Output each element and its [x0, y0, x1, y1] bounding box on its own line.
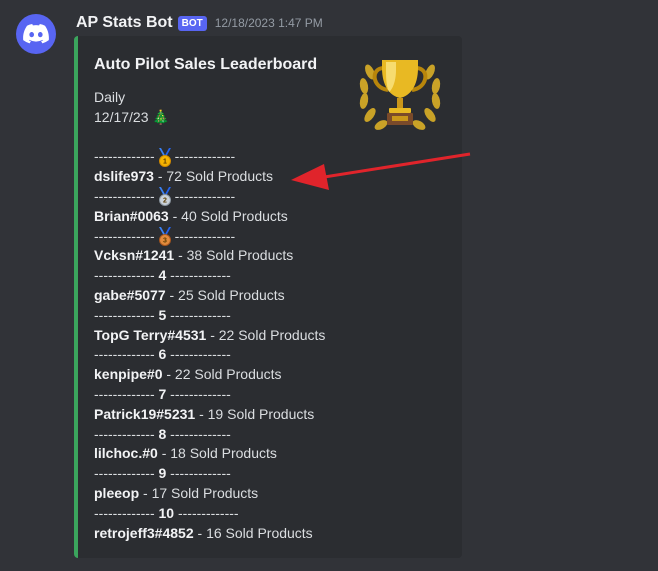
svg-text:1: 1	[163, 158, 167, 165]
trophy-icon	[359, 60, 441, 130]
christmas-tree-icon: 🎄	[152, 108, 170, 125]
separator-dashes: -------------	[166, 306, 231, 323]
separator-dashes: -------------	[174, 504, 239, 521]
rank-number: 8	[158, 425, 167, 442]
entry-sales-count: - 16 Sold Products	[193, 524, 313, 541]
rank-separator: ------------- 7 -------------	[94, 385, 325, 405]
separator-dashes: -------------	[94, 425, 159, 442]
leaderboard-entry: retrojeff3#4852 - 16 Sold Products	[94, 524, 325, 544]
period-label: Daily	[94, 89, 126, 105]
entry-username: Vcksn#1241	[94, 247, 175, 264]
separator-dashes: -------------	[174, 227, 236, 244]
separator-dashes: -------------	[94, 267, 159, 284]
rank-number: 10	[158, 504, 175, 521]
separator-dashes: -------------	[94, 385, 159, 402]
rank-separator: ------------- 4 -------------	[94, 266, 325, 286]
separator-dashes: -------------	[166, 465, 231, 482]
rank-number: 9	[158, 465, 167, 482]
separator-dashes: -------------	[94, 148, 155, 165]
separator-dashes: -------------	[94, 346, 159, 363]
rank-number: 4	[158, 267, 167, 284]
embed-description: Daily 12/17/23 🎄 ------------- 1 ---------…	[94, 88, 325, 543]
entry-sales-count: - 72 Sold Products	[153, 168, 273, 185]
rank-number: 7	[158, 385, 167, 402]
rank-separator: ------------- 8 -------------	[94, 425, 325, 445]
separator-dashes: -------------	[174, 148, 236, 165]
message-timestamp[interactable]: 12/18/2023 1:47 PM	[215, 16, 323, 30]
rank-separator: ------------- 1 -------------	[94, 147, 325, 167]
bot-avatar[interactable]	[16, 14, 56, 54]
leaderboard-entry: Vcksn#1241 - 38 Sold Products	[94, 246, 325, 266]
entry-username: kenpipe#0	[94, 366, 163, 383]
date-label: 12/17/23	[94, 108, 149, 125]
rank-separator: ------------- 5 -------------	[94, 306, 325, 326]
rank-separator: ------------- 9 -------------	[94, 464, 325, 484]
bot-tag: BOT	[177, 15, 207, 31]
entry-sales-count: - 22 Sold Products	[206, 326, 326, 343]
rank-separator: ------------- 3 -------------	[94, 226, 325, 247]
separator-dashes: -------------	[174, 187, 236, 204]
separator-dashes: -------------	[166, 385, 231, 402]
entry-username: TopG Terry#4531	[94, 326, 207, 343]
separator-dashes: -------------	[94, 227, 155, 244]
entry-sales-count: - 38 Sold Products	[174, 247, 294, 264]
entry-sales-count: - 22 Sold Products	[162, 366, 282, 383]
leaderboard-entry: lilchoc.#0 - 18 Sold Products	[94, 444, 325, 464]
separator-dashes: -------------	[94, 465, 159, 482]
rank-separator: ------------- 10 -------------	[94, 504, 325, 524]
entry-username: Patrick19#5231	[94, 405, 196, 422]
leaderboard-entry: Patrick19#5231 - 19 Sold Products	[94, 405, 325, 425]
rank-separator: ------------- 2 -------------	[94, 187, 325, 207]
entry-sales-count: - 18 Sold Products	[157, 445, 277, 462]
entry-sales-count: - 25 Sold Products	[165, 286, 285, 303]
leaderboard-entry: Brian#0063 - 40 Sold Products	[94, 207, 325, 227]
message-header: AP Stats Bot BOT 12/18/2023 1:47 PM	[76, 12, 323, 34]
entry-username: dslife973	[94, 168, 154, 185]
separator-dashes: -------------	[94, 187, 155, 204]
svg-text:2: 2	[163, 198, 167, 205]
entry-sales-count: - 17 Sold Products	[139, 484, 259, 501]
leaderboard-entry: kenpipe#0 - 22 Sold Products	[94, 365, 325, 385]
entry-username: lilchoc.#0	[94, 445, 158, 462]
entry-sales-count: - 40 Sold Products	[168, 207, 288, 224]
silver-medal-icon: 2	[158, 187, 171, 207]
rank-number: 5	[158, 306, 167, 323]
separator-dashes: -------------	[94, 306, 159, 323]
discord-logo-icon	[23, 24, 49, 44]
bot-message: AP Stats Bot BOT 12/18/2023 1:47 PM Auto…	[0, 0, 658, 571]
separator-dashes: -------------	[166, 267, 231, 284]
entry-username: gabe#5077	[94, 286, 166, 303]
leaderboard-embed: Auto Pilot Sales Leaderboard Daily 12/17…	[74, 36, 462, 558]
leaderboard-entry: TopG Terry#4531 - 22 Sold Products	[94, 326, 325, 346]
leaderboard-entry: dslife973 - 72 Sold Products	[94, 167, 325, 187]
date-line: 12/17/23 🎄	[94, 108, 325, 128]
rank-number: 6	[158, 346, 167, 363]
entry-username: retrojeff3#4852	[94, 524, 194, 541]
leaderboard-entry: pleeop - 17 Sold Products	[94, 484, 325, 504]
bot-username[interactable]: AP Stats Bot	[76, 14, 173, 32]
gold-medal-icon: 1	[158, 147, 171, 167]
separator-dashes: -------------	[166, 346, 231, 363]
bronze-medal-icon: 3	[158, 226, 171, 246]
rank-separator: ------------- 6 -------------	[94, 345, 325, 365]
svg-text:3: 3	[163, 237, 167, 244]
leaderboard-list: ------------- 1 ------------- dslife973 - 7…	[94, 147, 325, 543]
leaderboard-entry: gabe#5077 - 25 Sold Products	[94, 286, 325, 306]
entry-username: Brian#0063	[94, 207, 169, 224]
separator-dashes: -------------	[94, 504, 159, 521]
separator-dashes: -------------	[166, 425, 231, 442]
embed-title: Auto Pilot Sales Leaderboard	[94, 56, 318, 73]
entry-username: pleeop	[94, 484, 140, 501]
entry-sales-count: - 19 Sold Products	[195, 405, 315, 422]
